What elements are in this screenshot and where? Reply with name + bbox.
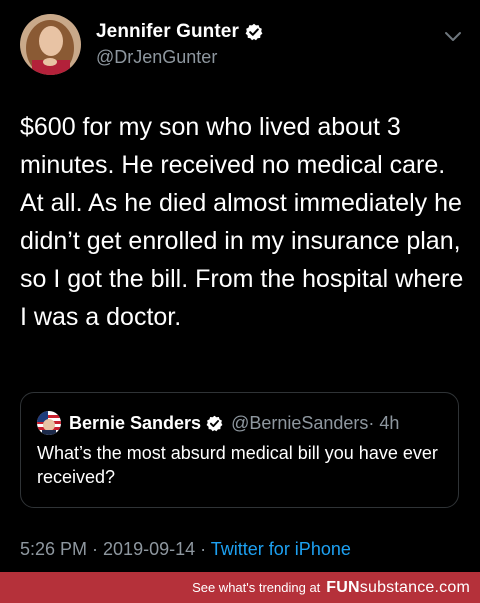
quoted-author-handle: @BernieSanders [231,412,369,433]
tweet-text: $600 for my son who lived about 3 minute… [20,113,464,331]
quoted-author-name: Bernie Sanders [69,412,202,433]
logo-rest: substance.com [359,578,470,596]
quoted-tweet[interactable]: Bernie Sanders @BernieSanders · 4h What’… [20,392,459,508]
verified-icon [245,23,263,41]
tweet-card: Jennifer Gunter @DrJenGunter $600 for my… [0,0,480,572]
tweet-timestamp[interactable]: 5:26 PM · 2019-09-14 · [20,539,206,559]
quoted-tweet-time: · 4h [368,412,400,433]
author-name[interactable]: Jennifer Gunter [96,21,239,43]
logo-bold: FUN [326,578,360,596]
funsubstance-logo[interactable]: FUNsubstance.com [326,579,470,597]
author-handle[interactable]: @DrJenGunter [96,47,217,68]
quoted-tweet-text: What’s the most absurd medical bill you … [37,443,438,487]
watermark-bar: See what's trending at FUNsubstance.com [0,572,480,603]
tweet-source-link[interactable]: Twitter for iPhone [211,539,351,559]
chevron-down-icon[interactable] [444,30,462,42]
verified-icon [206,415,223,432]
author-name-row: Jennifer Gunter [96,21,263,43]
tweet-meta: 5:26 PM · 2019-09-14 · Twitter for iPhon… [20,539,351,560]
author-avatar[interactable] [20,14,81,75]
quoted-author-avatar[interactable] [37,411,61,435]
quoted-tweet-header: Bernie Sanders @BernieSanders · 4h [37,411,399,435]
trending-text: See what's trending at [192,580,321,595]
